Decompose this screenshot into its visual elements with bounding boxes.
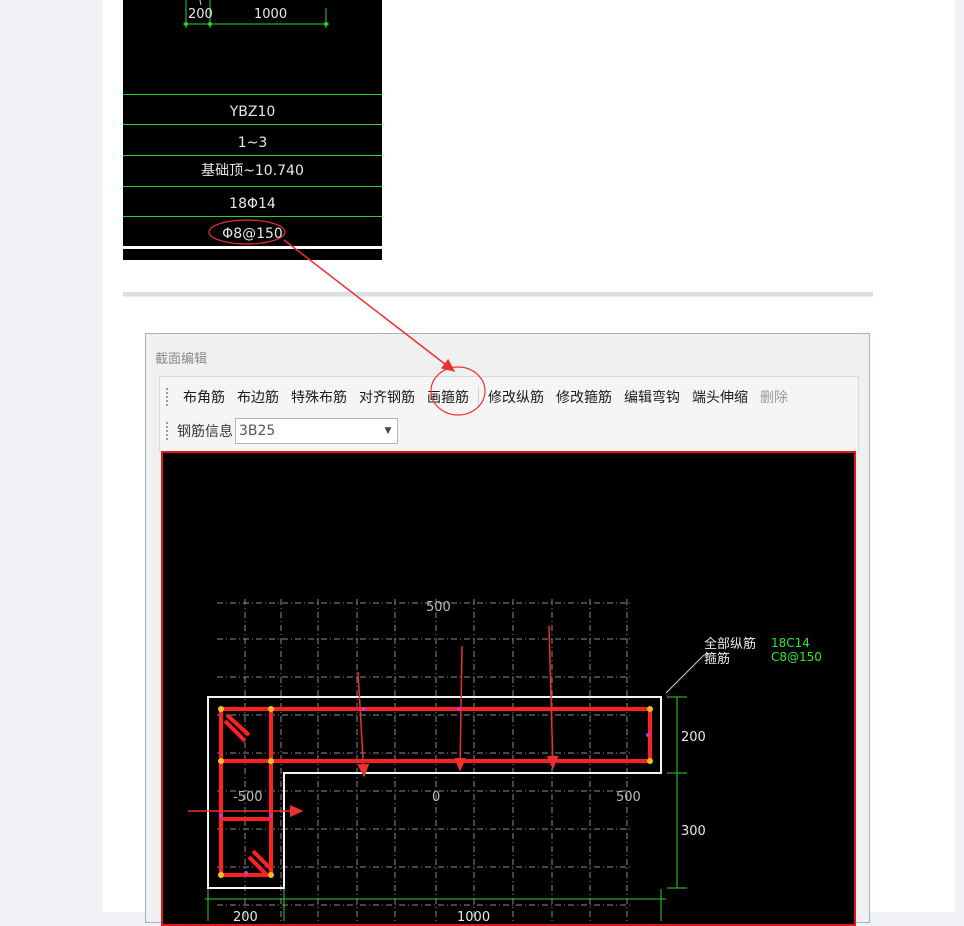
dimension-label: 1000 [457, 910, 490, 925]
edit-longitudinal-button[interactable]: 修改纵筋 [482, 387, 550, 407]
axis-label: 500 [616, 790, 641, 805]
toolbar-row-buttons: 布角筋 布边筋 特殊布筋 对齐钢筋 画箍筋 修改纵筋 修改箍筋 编辑弯钩 端头伸… [160, 382, 794, 412]
rebar-info-select[interactable]: 3B25 ▼ [235, 418, 398, 444]
column-section-drawing: 500 -500 0 500 200 300 200 1000 全部纵筋 箍筋 … [205, 599, 822, 925]
section-edit-dialog: 截面编辑 布角筋 布边筋 特殊布筋 对齐钢筋 画箍筋 修改纵筋 修改箍筋 编辑弯… [145, 333, 870, 926]
axis-label: 0 [432, 790, 440, 805]
end-extend-button[interactable]: 端头伸缩 [686, 387, 754, 407]
rebar-info-value: 3B25 [239, 423, 276, 439]
dimension-label: 200 [681, 730, 706, 745]
dimension-label: 200 [233, 910, 258, 925]
column-schedule-image: 200 1000 YBZ10 1~3 基础顶~10.740 18Φ14 Φ8@1… [123, 0, 382, 260]
rebar-toolbar: 布角筋 布边筋 特殊布筋 对齐钢筋 画箍筋 修改纵筋 修改箍筋 编辑弯钩 端头伸… [159, 376, 859, 452]
rebar-info-label: 钢筋信息 [177, 424, 233, 440]
toolbar-grip-icon[interactable] [166, 388, 171, 406]
floor-range-cell: 1~3 [123, 124, 382, 155]
image-divider [123, 292, 873, 297]
dialog-title: 截面编辑 [155, 352, 208, 367]
leader-label-stirrup: 箍筋 [704, 651, 730, 667]
longitudinal-rebar-value: 18C14 [771, 636, 810, 650]
toolbar-row-rebar-info: 钢筋信息 3B25 ▼ [160, 416, 398, 446]
draw-stirrup-button[interactable]: 画箍筋 [421, 387, 475, 407]
edit-hook-button[interactable]: 编辑弯钩 [618, 387, 686, 407]
dimension-label: 200 [188, 7, 213, 22]
dimension-label: 300 [681, 824, 706, 839]
longitudinal-rebar-cell: 18Φ14 [123, 186, 382, 217]
elevation-cell: 基础顶~10.740 [123, 155, 382, 186]
delete-button[interactable]: 删除 [754, 387, 794, 407]
chevron-down-icon[interactable]: ▼ [379, 419, 397, 443]
page-right-margin [955, 0, 964, 912]
column-id-cell: YBZ10 [123, 94, 382, 125]
axis-label: 500 [426, 600, 451, 615]
stirrup-spec-cell: Φ8@150 [123, 216, 382, 247]
align-rebar-button[interactable]: 对齐钢筋 [353, 387, 421, 407]
toolbar-grip-icon[interactable] [166, 422, 171, 440]
edge-rebar-button[interactable]: 布边筋 [231, 387, 285, 407]
toolbar-separator [478, 387, 479, 407]
corner-rebar-button[interactable]: 布角筋 [177, 387, 231, 407]
special-rebar-button[interactable]: 特殊布筋 [285, 387, 353, 407]
edit-stirrup-button[interactable]: 修改箍筋 [550, 387, 618, 407]
stirrup-value: C8@150 [771, 650, 822, 664]
leader-label-longitudinal: 全部纵筋 [704, 636, 756, 652]
axis-label: -500 [233, 790, 263, 805]
dimension-label: 1000 [254, 7, 288, 22]
section-drawing-canvas[interactable]: 500 -500 0 500 200 300 200 1000 全部纵筋 箍筋 … [161, 451, 856, 926]
